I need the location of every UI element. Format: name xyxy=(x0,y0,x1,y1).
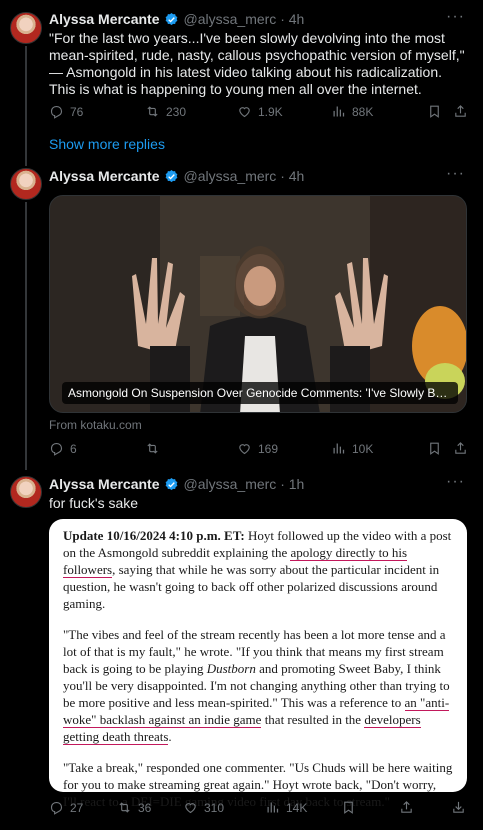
views-icon xyxy=(265,800,280,815)
repost-icon xyxy=(145,441,160,456)
link-card-image[interactable]: Asmongold On Suspension Over Genocide Co… xyxy=(49,195,467,413)
author-name[interactable]: Alyssa Mercante xyxy=(49,11,160,27)
views-button[interactable]: 88K xyxy=(331,104,373,119)
tweet-text: "For the last two years...I've been slow… xyxy=(49,30,465,97)
like-button[interactable]: 169 xyxy=(237,441,278,456)
article-paragraph: "The vibes and feel of the stream recent… xyxy=(63,626,453,745)
tweet-actions: 27 36 310 14K xyxy=(49,800,469,820)
reply-icon xyxy=(49,441,64,456)
view-count: 14K xyxy=(286,800,308,815)
like-button[interactable]: 1.9K xyxy=(237,104,283,119)
reply-count: 6 xyxy=(70,441,77,456)
verified-badge-icon xyxy=(164,477,179,492)
share-icon xyxy=(453,104,468,119)
more-options-icon[interactable]: ··· xyxy=(446,165,465,183)
bookmark-button[interactable] xyxy=(427,104,442,119)
timestamp[interactable]: 1h xyxy=(289,476,305,492)
show-more-replies-link[interactable]: Show more replies xyxy=(49,136,165,152)
author-handle[interactable]: @alyssa_merc xyxy=(184,11,277,27)
verified-badge-icon xyxy=(164,169,179,184)
repost-icon xyxy=(145,104,160,119)
thread-line xyxy=(25,46,27,166)
video-thumbnail xyxy=(50,196,466,412)
article-italic-title: Dustborn xyxy=(206,661,256,676)
repost-count: 36 xyxy=(138,800,152,815)
tweet-header: Alyssa Mercante @alyssa_merc · 4h xyxy=(49,11,304,27)
views-icon xyxy=(331,441,346,456)
repost-count: 230 xyxy=(166,104,187,119)
like-count: 310 xyxy=(204,800,225,815)
dot-separator: · xyxy=(276,168,289,184)
share-button[interactable] xyxy=(399,800,414,815)
avatar[interactable] xyxy=(10,168,42,200)
like-button[interactable]: 310 xyxy=(183,800,224,815)
avatar[interactable] xyxy=(10,12,42,44)
avatar[interactable] xyxy=(10,476,42,508)
thread-line xyxy=(25,202,27,470)
reply-icon xyxy=(49,800,64,815)
views-icon xyxy=(331,104,346,119)
article-text: , saying that while he was sorry about t… xyxy=(63,562,440,611)
bookmark-button[interactable] xyxy=(341,800,356,815)
article-paragraph: Update 10/16/2024 4:10 p.m. ET: Hoyt fol… xyxy=(63,527,453,612)
repost-button[interactable]: 36 xyxy=(117,800,151,815)
tweet-header: Alyssa Mercante @alyssa_merc · 4h xyxy=(49,168,304,184)
timestamp[interactable]: 4h xyxy=(289,11,305,27)
repost-button[interactable]: 230 xyxy=(145,104,186,119)
view-count: 10K xyxy=(352,441,374,456)
reply-count: 27 xyxy=(70,800,84,815)
reply-button[interactable]: 6 xyxy=(49,441,77,456)
tweet-text: for fuck's sake xyxy=(49,495,139,511)
author-handle[interactable]: @alyssa_merc xyxy=(184,168,277,184)
article-update-label: Update 10/16/2024 4:10 p.m. ET: xyxy=(63,528,245,543)
author-name[interactable]: Alyssa Mercante xyxy=(49,476,160,492)
author-name[interactable]: Alyssa Mercante xyxy=(49,168,160,184)
bookmark-icon xyxy=(341,800,356,815)
repost-icon xyxy=(117,800,132,815)
article-text: that resulted in the xyxy=(261,712,365,727)
more-options-icon[interactable]: ··· xyxy=(446,473,465,491)
reply-button[interactable]: 76 xyxy=(49,104,83,119)
repost-button[interactable] xyxy=(145,441,166,456)
verified-badge-icon xyxy=(164,12,179,27)
share-icon xyxy=(453,441,468,456)
more-options-icon[interactable]: ··· xyxy=(446,8,465,26)
download-icon xyxy=(453,801,464,813)
link-source[interactable]: From kotaku.com xyxy=(49,418,142,432)
share-button[interactable] xyxy=(453,104,468,119)
download-button[interactable] xyxy=(451,800,466,815)
author-handle[interactable]: @alyssa_merc xyxy=(184,476,277,492)
tweet-actions: 76 230 1.9K 88K xyxy=(49,104,469,124)
bookmark-icon xyxy=(427,104,442,119)
share-button[interactable] xyxy=(453,441,468,456)
link-card-title: Asmongold On Suspension Over Genocide Co… xyxy=(62,382,458,404)
dot-separator: · xyxy=(276,476,289,492)
like-icon xyxy=(237,441,252,456)
bookmark-button[interactable] xyxy=(427,441,442,456)
article-text: . xyxy=(168,729,172,744)
views-button[interactable]: 10K xyxy=(331,441,373,456)
tweet-actions: 6 169 10K xyxy=(49,441,469,461)
like-count: 169 xyxy=(258,441,279,456)
reply-count: 76 xyxy=(70,104,84,119)
share-icon xyxy=(399,800,414,815)
article-screenshot[interactable]: Update 10/16/2024 4:10 p.m. ET: Hoyt fol… xyxy=(49,519,467,809)
like-icon xyxy=(183,800,198,815)
reply-button[interactable]: 27 xyxy=(49,800,83,815)
like-count: 1.9K xyxy=(258,104,283,119)
timestamp[interactable]: 4h xyxy=(289,168,305,184)
bookmark-icon xyxy=(427,441,442,456)
tweet-header: Alyssa Mercante @alyssa_merc · 1h xyxy=(49,476,304,492)
dot-separator: · xyxy=(276,11,289,27)
reply-icon xyxy=(49,104,64,119)
view-count: 88K xyxy=(352,104,374,119)
like-icon xyxy=(237,104,252,119)
views-button[interactable]: 14K xyxy=(265,800,307,815)
